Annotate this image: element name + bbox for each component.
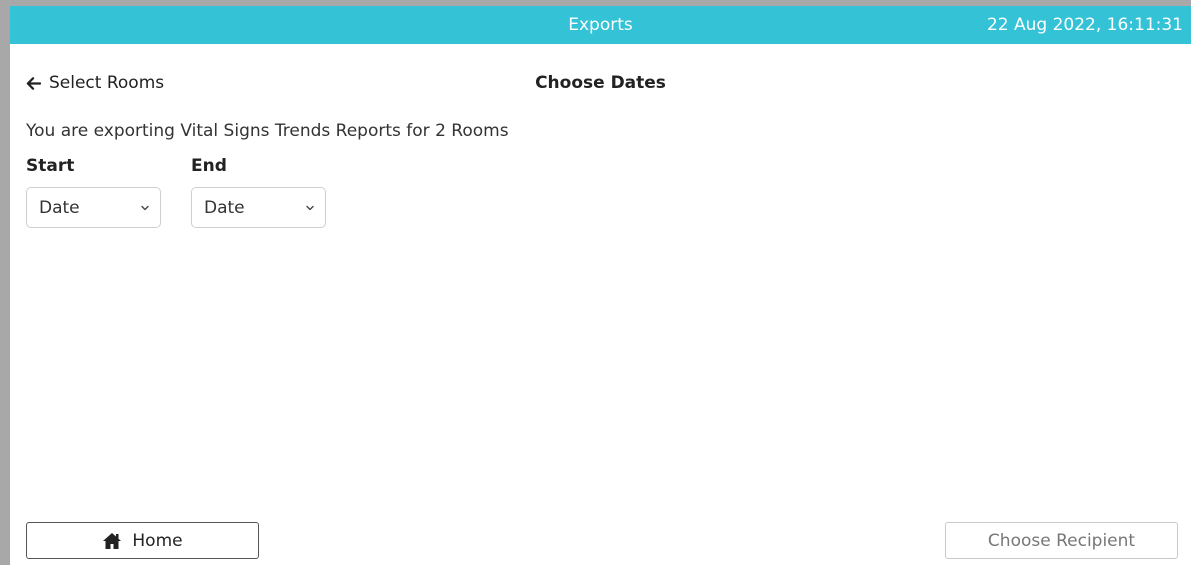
- export-description: You are exporting Vital Signs Trends Rep…: [26, 121, 509, 141]
- choose-recipient-button[interactable]: Choose Recipient: [945, 522, 1178, 559]
- home-icon: [102, 532, 122, 550]
- end-date-label: End: [191, 156, 227, 176]
- start-date-label: Start: [26, 156, 75, 176]
- chevron-down-icon: [140, 203, 150, 213]
- end-date-value: Date: [204, 198, 245, 218]
- start-date-value: Date: [39, 198, 80, 218]
- chevron-down-icon: [305, 203, 315, 213]
- choose-recipient-label: Choose Recipient: [987, 530, 1136, 551]
- header-datetime: 22 Aug 2022, 16:11:31: [986, 15, 1183, 35]
- end-date-select[interactable]: Date: [191, 187, 326, 228]
- start-date-select[interactable]: Date: [26, 187, 161, 228]
- home-button-label: Home: [132, 530, 183, 551]
- header-bar: Exports 22 Aug 2022, 16:11:31: [10, 6, 1191, 44]
- home-button[interactable]: Home: [26, 522, 259, 559]
- page-title: Choose Dates: [535, 73, 666, 93]
- window-frame-left: [0, 0, 10, 565]
